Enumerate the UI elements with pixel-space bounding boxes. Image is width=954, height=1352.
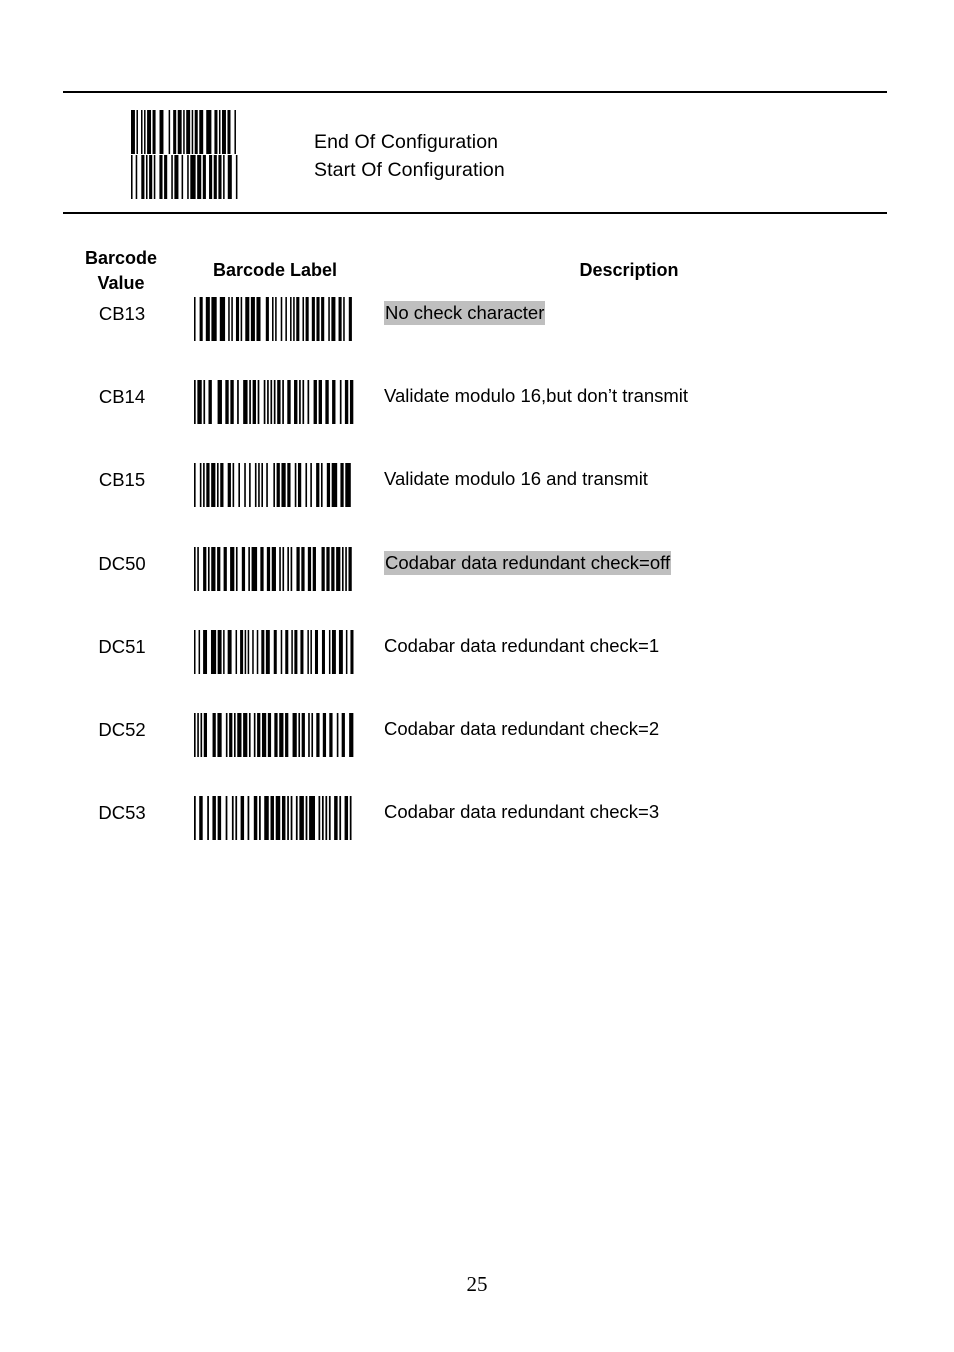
barcode-bars bbox=[194, 796, 352, 841]
barcode-value: DC52 bbox=[98, 719, 146, 740]
table-row: CB15 Validate modulo 16 and transmit bbox=[0, 463, 954, 535]
barcode-label[interactable] bbox=[194, 713, 355, 757]
barcode-value: DC53 bbox=[98, 802, 146, 824]
barcode-value: CB14 bbox=[98, 386, 146, 408]
barcode-bars bbox=[131, 155, 238, 199]
barcode-bars bbox=[131, 110, 236, 154]
column-header-barcode-value-line1: Barcode bbox=[84, 248, 158, 268]
barcode-value: CB15 bbox=[98, 469, 146, 491]
description-text: Codabar data redundant check=1 bbox=[384, 634, 660, 656]
barcode-label[interactable] bbox=[194, 463, 355, 508]
barcode-label[interactable] bbox=[194, 629, 355, 674]
barcode-value: DC50 bbox=[98, 552, 146, 574]
barcode-label[interactable] bbox=[194, 380, 355, 425]
table-row: DC52 Codabar data redundant check=2 bbox=[0, 713, 954, 785]
description-highlighted: Codabar data redundant check=off bbox=[384, 550, 672, 575]
column-header-barcode-label: Barcode Label bbox=[212, 260, 338, 280]
barcode-bars bbox=[194, 380, 354, 425]
barcode-label[interactable] bbox=[194, 796, 355, 841]
table-row: DC51 Codabar data redundant check=1 bbox=[0, 629, 954, 702]
barcode-label[interactable] bbox=[194, 297, 355, 341]
column-header-barcode-value: Barcode Value bbox=[58, 246, 184, 296]
table-row: DC53 Codabar data redundant check=3 bbox=[0, 796, 954, 868]
barcode-description: Codabar data redundant check=off bbox=[384, 550, 672, 575]
barcode-description: Codabar data redundant check=1 bbox=[384, 635, 659, 657]
end-of-configuration-label: End Of Configuration bbox=[314, 131, 499, 153]
barcode-value: CB13 bbox=[98, 303, 146, 324]
description-text: Codabar data redundant check=2 bbox=[384, 718, 660, 739]
header-rule-bottom bbox=[63, 212, 887, 214]
page-number: 25 bbox=[466, 1272, 488, 1296]
description-text: Validate modulo 16 and transmit bbox=[384, 468, 648, 490]
barcode-label[interactable] bbox=[194, 546, 355, 591]
barcode-bars bbox=[194, 297, 352, 341]
barcode-description: Validate modulo 16,but don’t transmit bbox=[384, 385, 688, 407]
description-highlighted: No check character bbox=[384, 301, 546, 325]
barcode-description: Validate modulo 16 and transmit bbox=[384, 468, 648, 490]
barcode-description: Codabar data redundant check=2 bbox=[384, 718, 659, 740]
header-rule-top bbox=[63, 91, 887, 93]
end-of-configuration-barcode bbox=[131, 110, 239, 154]
table-row: DC50 Codabar data redundant check=off bbox=[0, 546, 954, 619]
start-of-configuration-label: Start Of Configuration bbox=[314, 159, 505, 181]
start-of-configuration-barcode bbox=[131, 155, 239, 199]
table-row: CB13 No check character bbox=[0, 297, 954, 369]
barcode-bars bbox=[194, 463, 351, 508]
barcode-value: DC51 bbox=[98, 635, 146, 657]
table-row: CB14 Validate modulo 16,but don’t transmi… bbox=[0, 380, 954, 452]
barcode-description: No check character bbox=[384, 301, 546, 325]
description-text: Codabar data redundant check=3 bbox=[384, 801, 660, 823]
description-text: Validate modulo 16,but don’t transmit bbox=[384, 385, 689, 407]
barcode-bars bbox=[194, 629, 354, 674]
barcode-bars bbox=[194, 713, 354, 757]
barcode-bars bbox=[194, 546, 352, 591]
column-header-barcode-value-line2: Value bbox=[97, 273, 145, 293]
configuration-barcode bbox=[131, 110, 239, 199]
document-page: End Of Configuration Start Of Configurat… bbox=[0, 0, 954, 1352]
configuration-labels: End Of Configuration Start Of Configurat… bbox=[314, 128, 734, 184]
column-header-description: Description bbox=[579, 260, 679, 280]
barcode-description: Codabar data redundant check=3 bbox=[384, 801, 659, 823]
